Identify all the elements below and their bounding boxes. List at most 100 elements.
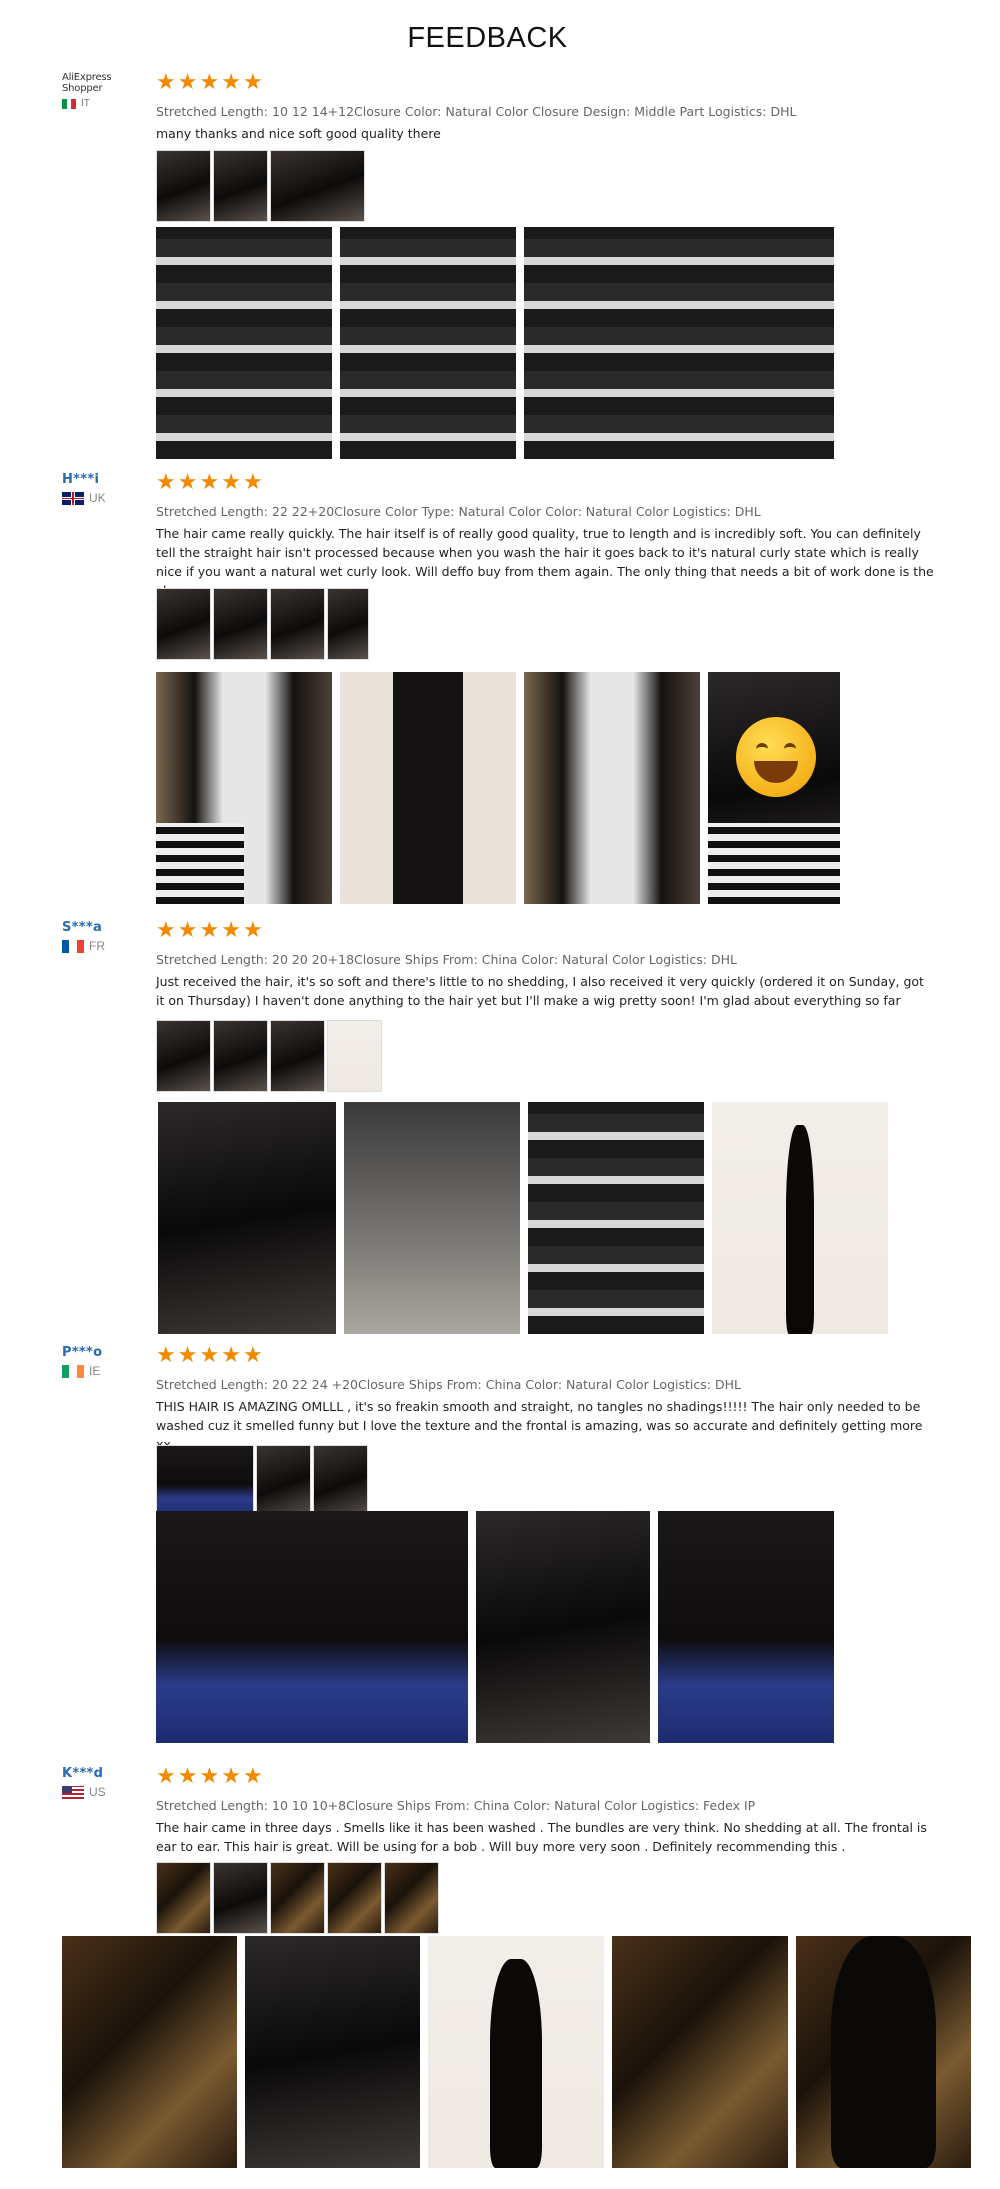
review-thumbnail[interactable] (213, 588, 268, 660)
star-icon: ★ (199, 1343, 220, 1368)
star-icon: ★ (242, 470, 263, 495)
star-rating: ★ ★ ★ ★ ★ (156, 472, 263, 494)
photo-row (158, 1102, 888, 1334)
review-photo[interactable] (524, 227, 834, 459)
star-icon: ★ (156, 470, 176, 495)
reviewer-name: K***d (62, 1766, 104, 1781)
review-photo[interactable] (340, 227, 516, 459)
review-thumbnail[interactable] (156, 1445, 254, 1517)
star-icon: ★ (177, 1764, 198, 1789)
review-thumbnail[interactable] (327, 588, 369, 660)
reviewer-name: H***i (62, 472, 100, 487)
smiley-icon (736, 717, 816, 797)
review-photo[interactable] (158, 1102, 336, 1334)
star-rating: ★ ★ ★ ★ ★ (156, 920, 263, 942)
review-item: S***a FR ★ ★ ★ ★ ★ Stretched Length: 20 … (0, 920, 1000, 1340)
review-photo[interactable] (712, 1102, 888, 1334)
review-thumbnail[interactable] (213, 150, 268, 222)
review-thumbnail[interactable] (213, 1862, 268, 1934)
review-thumbnail[interactable] (327, 1020, 382, 1092)
review-text: Just received the hair, it's so soft and… (156, 974, 924, 1008)
review-photo[interactable] (524, 672, 700, 904)
review-photo[interactable] (340, 672, 516, 904)
review-thumbnail[interactable] (270, 150, 365, 222)
review-photo[interactable] (428, 1936, 604, 2168)
review-thumbnail[interactable] (256, 1445, 311, 1517)
review-photo[interactable] (62, 1936, 237, 2168)
star-icon: ★ (242, 1764, 263, 1789)
review-photo[interactable] (156, 672, 332, 904)
star-rating: ★ ★ ★ ★ ★ (156, 72, 263, 94)
review-thumbnail[interactable] (156, 1020, 211, 1092)
review-photo[interactable] (528, 1102, 704, 1334)
star-icon: ★ (221, 470, 241, 495)
review-thumbnail[interactable] (156, 150, 211, 222)
country-code: FR (89, 939, 105, 953)
reviewer-country: UK (62, 491, 152, 505)
hair-strand (785, 1125, 815, 1334)
review-photo[interactable] (612, 1936, 788, 2168)
review-thumbnail[interactable] (384, 1862, 439, 1934)
photo-row (156, 672, 840, 904)
review-text: The hair came in three days . Smells lik… (156, 1820, 927, 1854)
reviewer-name: AliExpress Shopper (62, 72, 112, 94)
reviewer-info: AliExpress Shopper IT (62, 72, 152, 109)
review-thumbnail[interactable] (213, 1020, 268, 1092)
star-icon: ★ (242, 1343, 263, 1368)
review-thumbnail[interactable] (313, 1445, 368, 1517)
thumbnail-strip (156, 1862, 439, 1934)
star-rating: ★ ★ ★ ★ ★ (156, 1766, 263, 1788)
product-attributes: Stretched Length: 20 22 24 +20Closure Sh… (156, 1377, 741, 1392)
star-icon: ★ (177, 470, 198, 495)
product-attributes: Stretched Length: 22 22+20Closure Color … (156, 504, 761, 519)
star-icon: ★ (156, 918, 176, 943)
star-rating: ★ ★ ★ ★ ★ (156, 1345, 263, 1367)
country-code: IT (81, 98, 90, 109)
ireland-flag-icon (62, 1364, 84, 1378)
review-item: H***i UK ★ ★ ★ ★ ★ Stretched Length: 22 … (0, 472, 1000, 912)
star-icon: ★ (156, 1343, 176, 1368)
star-icon: ★ (221, 70, 241, 95)
country-code: UK (89, 491, 106, 505)
review-text: many thanks and nice soft good quality t… (156, 126, 441, 141)
star-icon: ★ (177, 70, 198, 95)
product-attributes: Stretched Length: 10 12 14+12Closure Col… (156, 104, 797, 119)
star-icon: ★ (199, 1764, 220, 1789)
photo-row (156, 227, 834, 459)
review-thumbnail[interactable] (270, 588, 325, 660)
uk-flag-icon (62, 491, 84, 505)
review-photo[interactable] (658, 1511, 834, 1743)
star-icon: ★ (242, 70, 263, 95)
reviewer-info: P***o IE (62, 1345, 152, 1378)
review-thumbnail[interactable] (270, 1020, 325, 1092)
country-code: US (89, 1785, 106, 1799)
star-icon: ★ (156, 70, 176, 95)
product-attributes: Stretched Length: 10 10 10+8Closure Ship… (156, 1798, 756, 1813)
reviewer-country: US (62, 1785, 152, 1799)
review-item: P***o IE ★ ★ ★ ★ ★ Stretched Length: 20 … (0, 1345, 1000, 1745)
star-icon: ★ (177, 1343, 198, 1368)
review-thumbnail[interactable] (156, 1862, 211, 1934)
review-photo[interactable] (156, 227, 332, 459)
us-flag-icon (62, 1785, 84, 1799)
review-photo[interactable] (476, 1511, 650, 1743)
star-icon: ★ (221, 1764, 241, 1789)
star-icon: ★ (221, 1343, 241, 1368)
review-photo[interactable] (156, 1511, 468, 1743)
star-icon: ★ (242, 918, 263, 943)
reviewer-country: IT (62, 98, 152, 109)
thumbnail-strip (156, 150, 365, 222)
review-photo[interactable] (708, 672, 840, 904)
star-icon: ★ (199, 470, 220, 495)
review-thumbnail[interactable] (327, 1862, 382, 1934)
review-photo[interactable] (245, 1936, 420, 2168)
reviewer-country: FR (62, 939, 152, 953)
review-thumbnail[interactable] (156, 588, 211, 660)
star-icon: ★ (177, 918, 198, 943)
review-item: AliExpress Shopper IT ★ ★ ★ ★ ★ Stretche… (0, 72, 1000, 462)
review-photo[interactable] (796, 1936, 971, 2168)
thumbnail-strip (156, 1020, 382, 1092)
review-thumbnail[interactable] (270, 1862, 325, 1934)
review-photo[interactable] (344, 1102, 520, 1334)
shirt-detail (156, 822, 244, 904)
